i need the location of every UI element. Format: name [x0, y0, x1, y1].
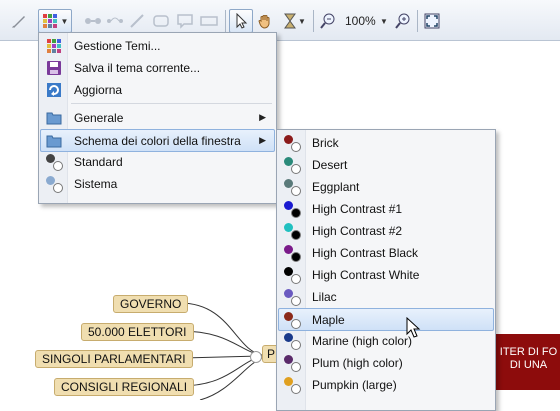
color-scheme-item[interactable]: Pumpkin (large) [279, 374, 493, 395]
menu-item-general[interactable]: Generale ▶ [41, 107, 274, 128]
main-topic-line2: DI UNA [509, 359, 548, 371]
menu-item-label: Eggplant [312, 179, 360, 194]
color-scheme-icon [280, 353, 304, 373]
save-icon [42, 58, 66, 78]
color-scheme-icon [280, 265, 304, 285]
color-scheme-item[interactable]: Maple [278, 308, 494, 331]
theme-menu: Gestione Temi... Salva il tema corrente.… [38, 32, 277, 204]
color-scheme-icon [42, 174, 66, 194]
mindmap-main-topic[interactable]: ITER DI FO DI UNA [491, 334, 560, 390]
menu-item-label: Marine (high color) [312, 333, 413, 348]
menu-item-label: Aggiorna [74, 82, 123, 97]
theme-grid-icon [42, 36, 66, 56]
color-scheme-item[interactable]: High Contrast #1 [279, 198, 493, 219]
menu-item-system[interactable]: Sistema [41, 173, 274, 194]
color-scheme-item[interactable]: Lilac [279, 286, 493, 307]
menu-item-save-theme[interactable]: Salva il tema corrente... [41, 57, 274, 78]
mindmap-node-consigli[interactable]: CONSIGLI REGIONALI [54, 378, 195, 396]
mindmap-node-parlamentari[interactable]: SINGOLI PARLAMENTARI [35, 350, 193, 368]
menu-item-label: Maple [312, 312, 345, 327]
color-scheme-icon [280, 375, 304, 395]
submenu-arrow-icon: ▶ [259, 112, 266, 122]
mindmap-node-governo[interactable]: GOVERNO [113, 295, 189, 313]
menu-item-refresh[interactable]: Aggiorna [41, 79, 274, 100]
menu-item-label: High Contrast White [312, 267, 420, 282]
main-topic-line1: ITER DI FO [499, 346, 558, 358]
menu-item-label: High Contrast #1 [312, 201, 403, 216]
mouse-cursor-icon [406, 317, 421, 338]
color-scheme-item[interactable]: High Contrast White [279, 264, 493, 285]
color-scheme-icon [42, 152, 66, 172]
menu-item-label: Generale [74, 110, 124, 125]
menu-item-label: Sistema [74, 176, 118, 191]
menu-item-label: Schema dei colori della finestra [74, 133, 241, 148]
folder-icon [42, 131, 66, 151]
color-scheme-item[interactable]: Brick [279, 132, 493, 153]
color-scheme-icon [280, 177, 304, 197]
submenu-arrow-icon: ▶ [259, 135, 266, 145]
menu-item-standard[interactable]: Standard [41, 151, 274, 172]
color-scheme-icon [280, 133, 304, 153]
menu-item-label: Salva il tema corrente... [74, 60, 201, 75]
menu-item-label: Plum (high color) [312, 355, 403, 370]
menu-item-manage-themes[interactable]: Gestione Temi... [41, 35, 274, 56]
menu-item-label: Gestione Temi... [74, 38, 161, 53]
color-scheme-icon [280, 243, 304, 263]
color-scheme-item[interactable]: Marine (high color) [279, 330, 493, 351]
menu-separator [71, 103, 272, 104]
color-scheme-item[interactable]: Eggplant [279, 176, 493, 197]
collapse-toggle[interactable] [250, 351, 262, 363]
color-scheme-icon [280, 310, 304, 330]
mindmap-node-elettori[interactable]: 50.000 ELETTORI [81, 323, 194, 341]
color-scheme-item[interactable]: High Contrast Black [279, 242, 493, 263]
menu-item-label: Standard [74, 154, 123, 169]
color-scheme-icon [280, 221, 304, 241]
color-scheme-icon [280, 155, 304, 175]
color-scheme-item[interactable]: Desert [279, 154, 493, 175]
color-scheme-icon [280, 287, 304, 307]
menu-item-label: Desert [312, 157, 348, 172]
refresh-icon [42, 80, 66, 100]
color-scheme-submenu: Brick Desert Eggplant High Contrast #1 High … [276, 129, 496, 411]
menu-item-label: Lilac [312, 289, 337, 304]
color-scheme-item[interactable]: High Contrast #2 [279, 220, 493, 241]
menu-item-label: Brick [312, 135, 339, 150]
menu-item-window-color-scheme[interactable]: Schema dei colori della finestra ▶ [40, 129, 275, 152]
color-scheme-icon [280, 331, 304, 351]
menu-item-label: Pumpkin (large) [312, 377, 397, 392]
color-scheme-icon [280, 199, 304, 219]
color-scheme-item[interactable]: Plum (high color) [279, 352, 493, 373]
menu-item-label: High Contrast Black [312, 245, 419, 260]
menu-item-label: High Contrast #2 [312, 223, 403, 238]
folder-icon [42, 108, 66, 128]
